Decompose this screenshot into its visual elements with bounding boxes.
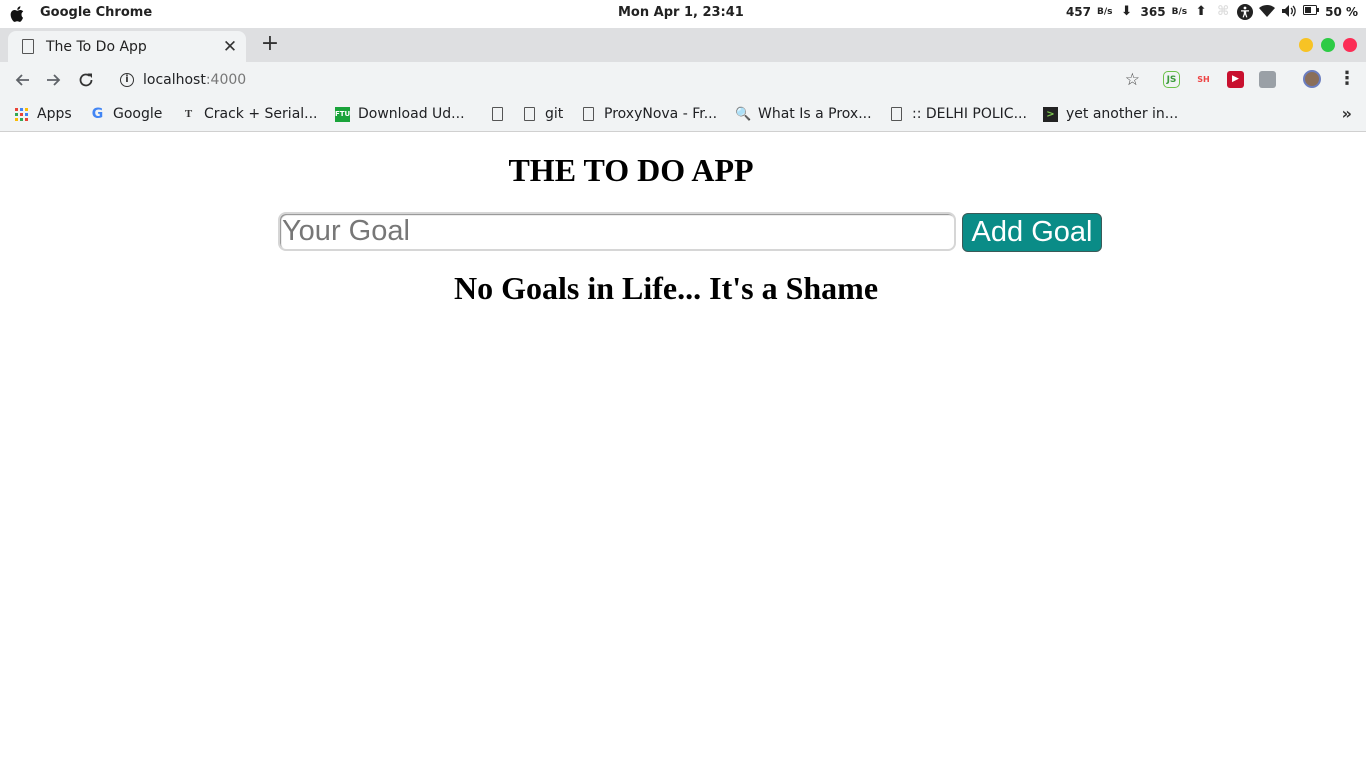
site-favicon-icon: T [184, 107, 193, 120]
file-icon [524, 107, 535, 121]
system-tray: 457 B/s ⬇ 365 B/s ⬆ ⌘ 50 % [1066, 4, 1358, 20]
bookmark-what-is-a-proxy[interactable]: 🔍 What Is a Prox... [735, 104, 872, 124]
net-up-value: 365 [1140, 5, 1166, 19]
bookmark-untitled[interactable] [492, 104, 513, 124]
net-down-unit: B/s [1097, 7, 1113, 17]
bookmark-git[interactable]: git [524, 104, 563, 124]
bookmark-label: Download Ud... [358, 106, 465, 122]
os-top-bar: Google Chrome Mon Apr 1, 23:41 457 B/s ⬇… [0, 0, 1366, 28]
bookmark-label: Google [113, 106, 163, 122]
url-host: localhost [143, 72, 206, 88]
new-tab-button[interactable]: + [258, 33, 282, 57]
goal-input[interactable] [278, 212, 956, 251]
volume-icon[interactable] [1281, 4, 1297, 20]
bookmark-google[interactable]: G Google [90, 104, 163, 124]
page-content: THE TO DO APP Add Goal No Goals in Life.… [0, 132, 1366, 768]
bookmark-label: ProxyNova - Fr... [604, 106, 718, 122]
file-icon [492, 107, 503, 121]
arrow-down-icon: ⬇ [1121, 4, 1132, 19]
nodejs-extension-icon[interactable]: JS [1163, 71, 1180, 88]
app-title: THE TO DO APP [508, 152, 754, 188]
bookmark-label: yet another in... [1066, 106, 1179, 122]
tab-strip: The To Do App ✕ [0, 28, 1366, 62]
bookmark-label: What Is a Prox... [758, 106, 872, 122]
accessibility-icon[interactable] [1237, 4, 1254, 20]
forward-button[interactable] [42, 68, 66, 92]
ftu-favicon-icon: FTU [335, 106, 350, 122]
more-bookmarks-chevron-icon[interactable]: » [1342, 104, 1352, 123]
tab-title: The To Do App [46, 38, 147, 55]
reload-button[interactable] [74, 68, 98, 92]
apple-icon[interactable] [10, 5, 26, 23]
empty-goals-message: No Goals in Life... It's a Shame [453, 270, 879, 306]
site-info-icon[interactable]: i [120, 73, 134, 87]
apps-grid-icon [14, 107, 29, 122]
url-port: :4000 [205, 72, 247, 88]
chrome-menu-icon[interactable]: ⋮ [1338, 68, 1356, 89]
maximize-window-button[interactable] [1321, 38, 1335, 52]
tab-the-to-do-app[interactable]: The To Do App ✕ [8, 31, 246, 62]
arrow-up-icon: ⬆ [1195, 4, 1207, 19]
active-app-name[interactable]: Google Chrome [40, 5, 152, 20]
bookmark-yet-another[interactable]: > yet another in... [1043, 104, 1178, 124]
search-favicon-icon: 🔍 [735, 106, 752, 122]
profile-avatar[interactable] [1303, 70, 1321, 88]
file-icon [583, 107, 594, 121]
bookmark-proxynova[interactable]: ProxyNova - Fr... [583, 104, 717, 124]
bookmark-crack-serial[interactable]: T Crack + Serial... [181, 104, 318, 124]
battery-percent[interactable]: 50 % [1325, 5, 1358, 19]
wifi-icon[interactable] [1259, 4, 1276, 20]
google-g-icon: G [91, 105, 104, 122]
bookmark-download-ud[interactable]: FTU Download Ud... [335, 104, 465, 124]
back-button[interactable] [10, 68, 34, 92]
bookmark-delhi-police[interactable]: :: DELHI POLIC... [891, 104, 1027, 124]
bookmark-label: Apps [37, 106, 72, 122]
bookmark-apps[interactable]: Apps [14, 104, 72, 124]
net-down-value: 457 [1065, 5, 1091, 19]
address-bar[interactable]: i localhost:4000 ☆ [110, 66, 1150, 94]
generic-extension-icon[interactable] [1259, 71, 1276, 88]
file-icon [891, 107, 902, 121]
close-window-button[interactable] [1343, 38, 1357, 52]
bookmarks-bar: Apps G Google T Crack + Serial... FTU Do… [0, 98, 1366, 132]
bookmark-label: :: DELHI POLIC... [912, 106, 1027, 122]
media-extension-icon[interactable]: ▶ [1227, 71, 1244, 88]
bookmark-label: git [545, 106, 564, 122]
page-icon [22, 39, 34, 54]
system-clock[interactable]: Mon Apr 1, 23:41 [618, 5, 744, 20]
bookmark-star-icon[interactable]: ☆ [1125, 70, 1140, 90]
browser-toolbar: i localhost:4000 ☆ [0, 62, 1366, 98]
close-tab-icon[interactable]: ✕ [220, 37, 240, 57]
net-up-unit: B/s [1171, 7, 1188, 17]
battery-icon[interactable] [1303, 4, 1320, 20]
add-goal-button[interactable]: Add Goal [962, 213, 1102, 252]
minimize-window-button[interactable] [1299, 38, 1313, 52]
bookmark-label: Crack + Serial... [204, 106, 318, 122]
terminal-favicon-icon: > [1043, 106, 1058, 122]
command-icon[interactable]: ⌘ [1215, 4, 1231, 20]
shell-extension-icon[interactable]: SH [1195, 71, 1212, 88]
